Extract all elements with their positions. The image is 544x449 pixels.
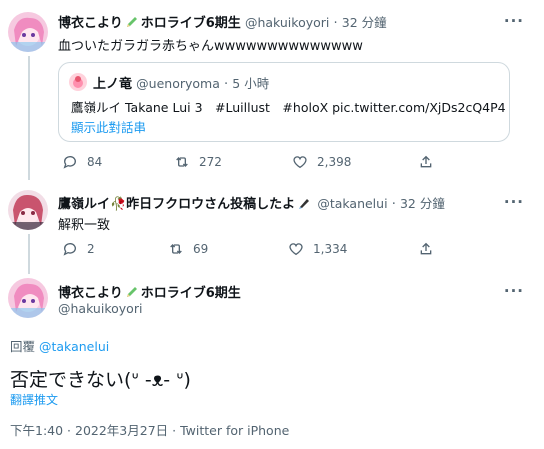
reply-button[interactable]: 2 (62, 241, 168, 257)
heart-icon (289, 243, 303, 256)
thread-line (28, 56, 30, 180)
author-name[interactable]: 博衣こより (58, 286, 123, 301)
author-name-suffix[interactable]: ホロライブ6期生 (141, 286, 241, 301)
avatar[interactable] (8, 190, 48, 230)
share-button[interactable] (418, 241, 434, 257)
more-options-icon[interactable]: ··· (504, 282, 524, 300)
separator-dot: · (391, 197, 396, 212)
separator-dot: · (224, 77, 229, 92)
author-handle[interactable]: @hakuikoyori (58, 301, 142, 316)
retweet-count: 272 (199, 155, 222, 169)
tweet-timestamp[interactable]: 下午1:40 · 2022年3月27日 · Twitter for iPhone (10, 420, 289, 439)
retweet-count: 69 (193, 242, 209, 256)
separator-dot: · (333, 16, 338, 31)
retweet-button[interactable]: 272 (174, 154, 292, 170)
like-count: 1,334 (313, 242, 348, 256)
tweet-actions: 2 69 1,334 (62, 241, 434, 257)
share-button[interactable] (418, 154, 434, 170)
like-button[interactable]: 1,334 (288, 241, 418, 257)
author-handle[interactable]: @takanelui (317, 196, 387, 211)
quote-author-handle: @uenoryoma (136, 76, 220, 91)
retweet-icon (170, 244, 182, 254)
quote-avatar (69, 73, 87, 91)
quoted-tweet[interactable]: 上ノ竜 @uenoryoma · 5 小時 鷹嶺ルイ Takane Lui 3 … (58, 62, 510, 142)
translate-link[interactable]: 翻譯推文 (10, 391, 58, 408)
more-options-icon[interactable]: ··· (504, 193, 524, 211)
author-name[interactable]: 鷹嶺ルイ🥀昨日フクロウさん投稿したよ (58, 197, 295, 212)
avatar[interactable] (8, 12, 48, 52)
retweet-icon (176, 157, 188, 167)
show-thread-link[interactable]: 顯示此對話串 (71, 117, 146, 136)
retweet-button[interactable]: 69 (168, 241, 288, 257)
reply-count: 2 (87, 242, 95, 256)
quote-text: 鷹嶺ルイ Takane Lui 3 #Luillust #holoX pic.t… (71, 100, 506, 115)
author-handle[interactable]: @hakuikoyori (245, 15, 329, 30)
tweet-actions: 84 272 2,398 (62, 154, 434, 170)
avatar[interactable] (8, 278, 48, 318)
reply-icon (63, 156, 76, 169)
share-icon (420, 242, 432, 255)
reply-icon (63, 243, 76, 256)
author-name[interactable]: 博衣こより (58, 16, 123, 31)
share-icon (420, 155, 432, 168)
brush-icon (297, 196, 311, 214)
tweet-text: 血ついたガラガラ赤ちゃんwwwwwwwwwwwwww (58, 39, 363, 54)
pencil-icon (125, 15, 139, 33)
thread-line (28, 234, 30, 274)
reply-count: 84 (87, 155, 103, 169)
more-options-icon[interactable]: ··· (504, 12, 524, 30)
tweet-time[interactable]: 32 分鐘 (342, 15, 387, 30)
tweet-text: 解釈一致 (58, 218, 111, 233)
quote-author-name: 上ノ竜 (93, 77, 133, 92)
author-name-suffix[interactable]: ホロライブ6期生 (141, 16, 241, 31)
like-count: 2,398 (317, 155, 352, 169)
reply-prefix: 回覆 (10, 339, 36, 354)
quote-time: 5 小時 (232, 76, 270, 91)
reply-to-link[interactable]: @takanelui (39, 339, 109, 354)
like-button[interactable]: 2,398 (292, 154, 418, 170)
main-tweet-text: 否定できない(ᐡ -ᴥ- ᐡ) (10, 369, 191, 391)
reply-button[interactable]: 84 (62, 154, 174, 170)
tweet-time[interactable]: 32 分鐘 (400, 196, 445, 211)
heart-icon (293, 156, 307, 169)
